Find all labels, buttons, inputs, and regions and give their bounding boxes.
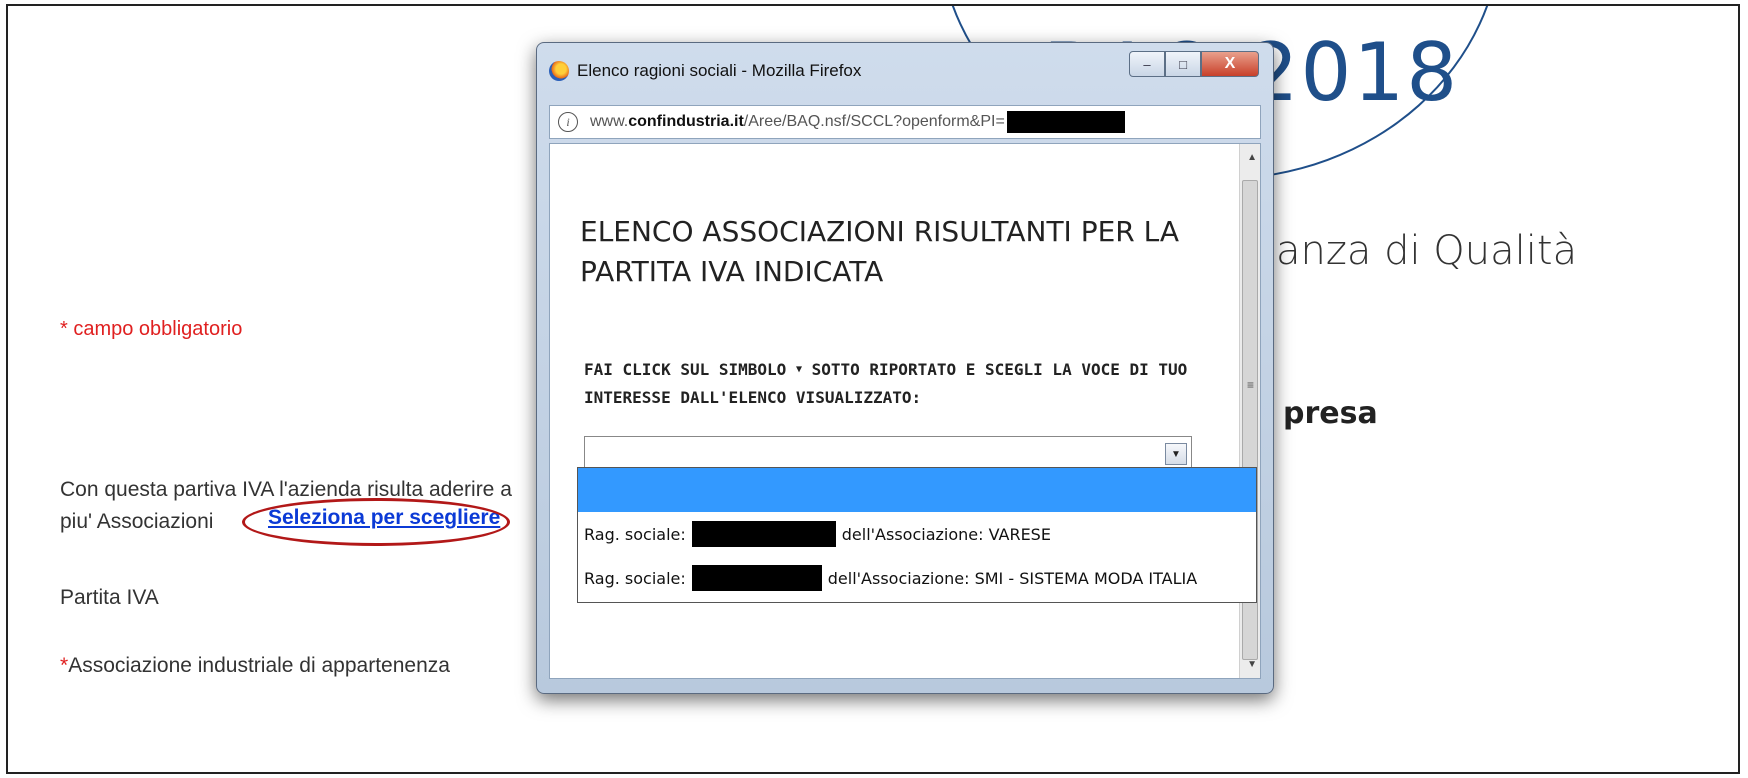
redacted-block [1006, 111, 1125, 133]
minimize-button[interactable]: – [1129, 51, 1165, 77]
maximize-button[interactable]: □ [1165, 51, 1201, 77]
scroll-up-icon[interactable]: ▲ [1247, 152, 1257, 163]
firefox-icon [549, 61, 569, 81]
option-suffix: dell'Associazione: VARESE [841, 524, 1051, 544]
redacted-block [691, 565, 822, 591]
section-heading: presa [1283, 396, 1378, 431]
page-heading: anza di Qualità [1276, 228, 1578, 274]
required-star: * [60, 654, 69, 677]
option-suffix: dell'Associazione: SMI - SISTEMA MODA IT… [827, 568, 1198, 588]
url-domain: confindustria.it [628, 113, 744, 130]
vat-number-label: Partita IVA [60, 586, 159, 609]
instruction-part1: FAI CLICK SUL SIMBOLO [584, 360, 787, 379]
dropdown-options-list: Rag. sociale: dell'Associazione: VARESE R… [577, 467, 1257, 603]
option-prefix: Rag. sociale: [584, 524, 686, 544]
dropdown-option-smi[interactable]: Rag. sociale: dell'Associazione: SMI - SI… [578, 556, 1256, 600]
window-controls: – □ X [1129, 51, 1259, 77]
scroll-grip-icon: ≡ [1246, 378, 1254, 392]
scroll-down-icon[interactable]: ▼ [1247, 659, 1257, 670]
option-prefix: Rag. sociale: [584, 568, 686, 588]
info-icon[interactable]: i [558, 112, 578, 132]
url-path: /Aree/BAQ.nsf/SCCL?openform&PI= [743, 113, 1005, 130]
chevron-down-icon[interactable]: ▼ [1165, 443, 1187, 465]
dropdown-option-blank[interactable] [578, 468, 1256, 512]
association-label: *Associazione industriale di appartenenz… [60, 654, 450, 678]
popup-title: Elenco ragioni sociali - Mozilla Firefox [577, 61, 862, 80]
required-field-note: * campo obbligatorio [60, 318, 243, 340]
dropdown-option-varese[interactable]: Rag. sociale: dell'Associazione: VARESE [578, 512, 1256, 556]
popup-instruction: FAI CLICK SUL SIMBOLO ▼ SOTTO RIPORTATO … [584, 356, 1224, 412]
popup-heading: ELENCO ASSOCIAZIONI RISULTANTI PER LA PA… [580, 215, 1180, 288]
popup-titlebar: Elenco ragioni sociali - Mozilla Firefox [549, 61, 861, 81]
select-association-link[interactable]: Seleziona per scegliere [268, 506, 500, 530]
url-bar[interactable]: i www. confindustria.it/Aree/BAQ.nsf/SCCL… [549, 105, 1261, 139]
url-prefix: www. [590, 113, 629, 130]
association-label-text: Associazione industriale di appartenenza [68, 654, 450, 677]
dropdown-symbol-icon: ▼ [795, 364, 802, 375]
redacted-block [691, 521, 836, 547]
close-button[interactable]: X [1201, 51, 1259, 77]
